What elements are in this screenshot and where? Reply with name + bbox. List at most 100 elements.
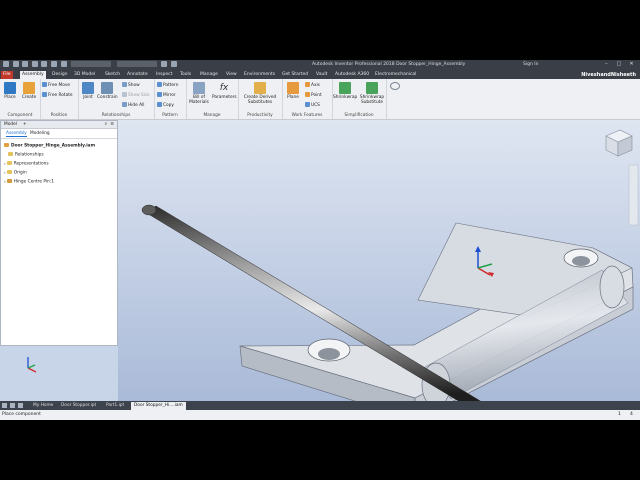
tab-manage[interactable]: Manage [198,71,220,79]
tree-item-representations[interactable]: › Representations [4,161,49,167]
shrinkwrap-icon [339,82,351,94]
mirror-icon [157,92,162,97]
show-sick-icon [122,92,127,97]
doc-tab-assembly[interactable]: Door Stopper_Hi....iam [131,402,186,410]
ucs-button[interactable]: UCS [305,102,320,108]
expand-icon[interactable]: › [4,171,6,176]
expand-icon[interactable]: › [4,180,6,185]
group-label: Relationships [101,113,131,118]
group-label: Simplification [344,113,374,118]
user-name: NiveshandNisheeth [581,72,636,78]
material-dropdown[interactable] [71,61,112,67]
group-work-features: Plane Axis Point UCS Work Features [282,79,333,119]
home-icon[interactable] [50,61,57,67]
tree-item-origin[interactable]: › Origin [4,170,27,176]
tree-item-hinge-pin[interactable]: › Hinge Centre Pin:1 [4,179,54,185]
doc-tab-part1[interactable]: Part1.ipt [103,402,127,410]
tab-view[interactable]: View [224,71,239,79]
save-icon[interactable] [22,61,29,67]
doc-tab-door-stopper[interactable]: Door Stopper.ipt [58,402,99,410]
tab-autodesk-a360[interactable]: Autodesk A360 [333,71,371,79]
tab-sketch[interactable]: Sketch [103,71,122,79]
point-icon [305,92,310,97]
cascade-icon[interactable] [10,403,15,408]
axis-button[interactable]: Axis [305,82,320,88]
ribbon-panel: Place Create Component Free Move Free Ro… [0,79,640,120]
bill-of-materials-icon [193,82,205,94]
folder-icon [8,152,13,156]
ucs-icon [305,102,310,107]
new-icon[interactable] [3,61,9,67]
free-move-icon [42,82,47,87]
point-button[interactable]: Point [305,92,322,98]
doc-tab-my-home[interactable]: My Home [30,402,56,410]
tab-tools[interactable]: Tools [178,71,193,79]
group-label: Manage [203,113,221,118]
options-icon[interactable] [390,82,400,90]
tile-icon[interactable] [2,403,7,408]
browser-title: Model [4,122,17,127]
joint-button[interactable]: Joint [78,82,98,100]
group-label: Productivity [247,113,273,118]
model-canvas[interactable] [25,120,640,420]
tab-inspect[interactable]: Inspect [154,71,174,79]
navigation-bar[interactable] [628,164,639,226]
expand-icon[interactable]: › [4,162,6,167]
shrinkwrap-substitute-button[interactable]: Shrinkwrap Substitute [358,82,386,105]
undo-icon[interactable] [31,61,38,67]
folder-icon [6,170,12,174]
tab-electromechanical[interactable]: Electromechanical [373,71,418,79]
add-tab-icon[interactable]: + [23,121,27,128]
tab-3d-model[interactable]: 3D Model [72,71,97,79]
tab-file[interactable]: File [1,71,13,79]
tab-design[interactable]: Design [50,71,70,79]
tree-item-relationships[interactable]: Relationships [8,152,44,158]
inventor-window: Autodesk Inventor Professional 2018 Door… [0,60,640,420]
create-button[interactable]: Create [19,82,39,100]
tab-assembly[interactable]: Assembly [20,71,46,79]
menu-icon[interactable]: ≡ [110,121,114,128]
tab-vault[interactable]: Vault [314,71,329,79]
search-icon[interactable]: ⌕ [105,121,107,128]
update-icon[interactable] [170,61,177,67]
bill-of-materials-button[interactable]: Bill of Materials [188,82,210,105]
copy-button[interactable]: Copy [157,102,174,108]
appearance-dropdown[interactable] [116,61,157,67]
group-pattern: Pattern Mirror Copy Pattern [154,79,187,119]
browser-tabs: Assembly Modeling [1,129,117,139]
close-button[interactable]: ✕ [627,61,636,68]
sign-in-link[interactable]: Sign In [523,62,538,67]
select-icon[interactable] [60,61,67,67]
window-title: Autodesk Inventor Professional 2018 Door… [312,62,466,67]
group-position: Free Move Free Rotate Position [40,79,79,119]
constrain-button[interactable]: Constrain [97,82,118,100]
mirror-button[interactable]: Mirror [157,92,176,98]
create-derived-substitutes-button[interactable]: Create Derived Substitutes [240,82,280,105]
free-rotate-button[interactable]: Free Rotate [42,92,73,98]
group-label: Component [7,113,33,118]
adjust-icon[interactable] [161,61,168,67]
show-sick-button[interactable]: Show Sick [122,92,150,98]
free-move-button[interactable]: Free Move [42,82,70,88]
plane-button[interactable]: Plane [283,82,303,100]
group-simplification: Shrinkwrap Shrinkwrap Substitute Simplif… [332,79,387,119]
tab-environments[interactable]: Environments [242,71,277,79]
pattern-button[interactable]: Pattern [157,82,178,88]
place-button[interactable]: Place [0,82,20,100]
browser-tab-assembly[interactable]: Assembly [6,131,27,137]
tree-root[interactable]: Door Stopper_Hinge_Assembly.iam [4,143,95,149]
browser-tab-modeling[interactable]: Modeling [30,131,50,136]
status-count-1: 1 [618,412,621,417]
maximize-button[interactable]: □ [614,61,623,68]
hide-all-button[interactable]: Hide All [122,102,145,108]
show-button[interactable]: Show [122,82,140,88]
tab-get-started[interactable]: Get Started [280,71,310,79]
parameters-button[interactable]: fx Parameters [212,82,237,100]
graphics-viewport[interactable] [25,120,640,420]
open-icon[interactable] [12,61,19,67]
tab-annotate[interactable]: Annotate [125,71,150,79]
minimize-button[interactable]: – [602,61,611,68]
shrinkwrap-button[interactable]: Shrinkwrap [333,82,357,100]
redo-icon[interactable] [41,61,48,67]
arrange-icon[interactable] [18,403,23,408]
